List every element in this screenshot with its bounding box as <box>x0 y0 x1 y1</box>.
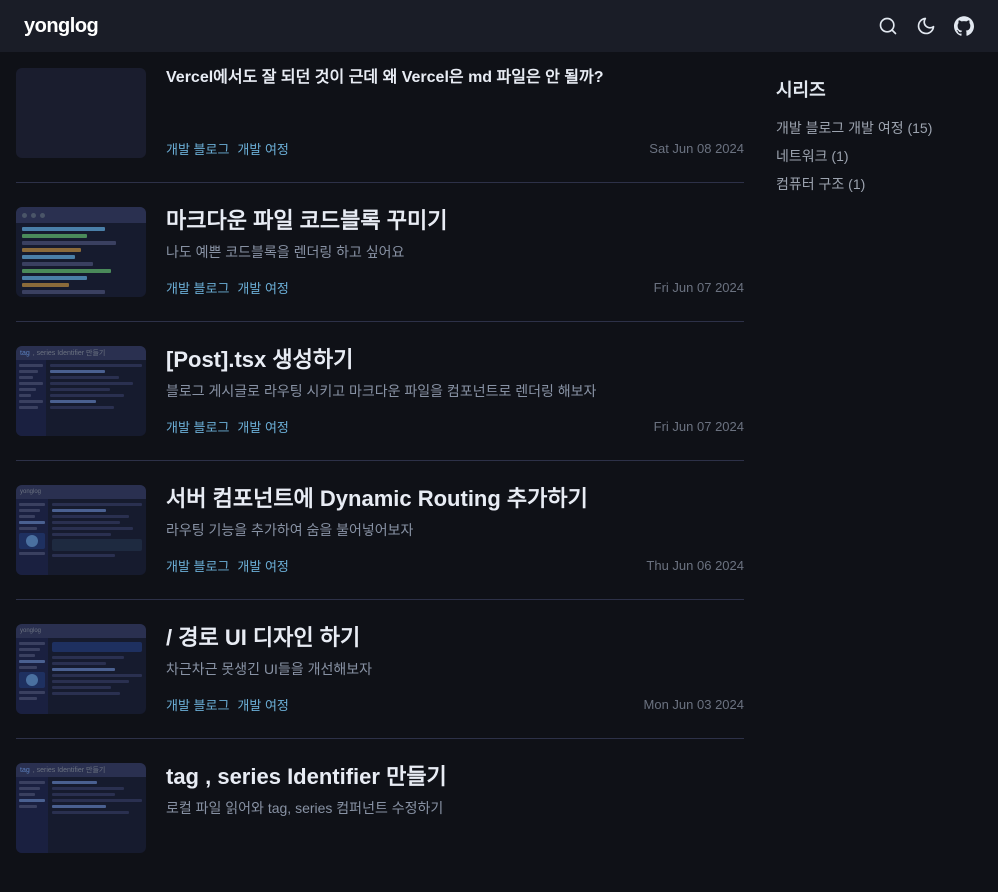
search-icon[interactable] <box>878 16 898 36</box>
github-icon[interactable] <box>954 16 974 36</box>
post-info: 마크다운 파일 코드블록 꾸미기 나도 예쁜 코드블록을 렌더링 하고 싶어요 … <box>166 207 744 297</box>
post-tag[interactable]: 개발 여정 <box>237 417 288 436</box>
post-tags: 개발 블로그 개발 여정 <box>166 556 289 575</box>
post-date: Thu Jun 06 2024 <box>646 558 744 573</box>
post-meta: 개발 블로그 개발 여정 Fri Jun 07 2024 <box>166 278 744 297</box>
sidebar-item-series2[interactable]: 네트워크 (1) <box>776 146 964 166</box>
post-item[interactable]: tag , series Identifier 만들기 <box>16 322 744 461</box>
post-date: Sat Jun 08 2024 <box>649 141 744 156</box>
post-title: [Post].tsx 생성하기 <box>166 346 744 375</box>
post-tag[interactable]: 개발 블로그 <box>166 278 229 297</box>
site-logo[interactable]: yonglog <box>24 15 98 38</box>
post-tag[interactable]: 개발 블로그 <box>166 417 229 436</box>
post-thumbnail: yonglog <box>16 485 146 575</box>
post-date: Fri Jun 07 2024 <box>654 419 744 434</box>
sidebar-item-series3[interactable]: 컴퓨터 구조 (1) <box>776 174 964 194</box>
post-tag[interactable]: 개발 여정 <box>237 556 288 575</box>
post-tag[interactable]: 개발 블로그 <box>166 695 229 714</box>
post-info: [Post].tsx 생성하기 블로그 게시글로 라우팅 시키고 마크다운 파일… <box>166 346 744 436</box>
sidebar-item-series1[interactable]: 개발 블로그 개발 여정 (15) <box>776 118 964 138</box>
post-tag[interactable]: 개발 여정 <box>237 695 288 714</box>
post-tag[interactable]: 개발 여정 <box>237 278 288 297</box>
post-description: 라우팅 기능을 추가하여 숨을 불어넣어보자 <box>166 520 744 541</box>
post-thumbnail <box>16 68 146 158</box>
post-description: 블로그 게시글로 라우팅 시키고 마크다운 파일을 컴포넌트로 렌더링 해보자 <box>166 381 744 402</box>
post-title: 서버 컴포넌트에 Dynamic Routing 추가하기 <box>166 485 744 514</box>
post-info: 서버 컴포넌트에 Dynamic Routing 추가하기 라우팅 기능을 추가… <box>166 485 744 575</box>
post-tag[interactable]: 개발 블로그 <box>166 556 229 575</box>
content-area: Vercel에서도 잘 되던 것이 근데 왜 Vercel은 md 파일은 안 … <box>0 52 760 877</box>
post-thumbnail <box>16 207 146 297</box>
post-info: / 경로 UI 디자인 하기 차근차근 못생긴 UI들을 개선해보자 개발 블로… <box>166 624 744 714</box>
sidebar-title: 시리즈 <box>776 76 964 102</box>
post-description: 나도 예쁜 코드블록을 렌더링 하고 싶어요 <box>166 242 744 263</box>
post-tags: 개발 블로그 개발 여정 <box>166 278 289 297</box>
post-description: 로컬 파일 읽어와 tag, series 컴퍼넌트 수정하기 <box>166 798 744 819</box>
post-meta: 개발 블로그 개발 여정 Thu Jun 06 2024 <box>166 556 744 575</box>
post-title: / 경로 UI 디자인 하기 <box>166 624 744 653</box>
post-thumbnail: yonglog <box>16 624 146 714</box>
post-title: Vercel에서도 잘 되던 것이 근데 왜 Vercel은 md 파일은 안 … <box>166 68 744 89</box>
post-meta: 개발 블로그 개발 여정 Sat Jun 08 2024 <box>166 139 744 158</box>
post-tag[interactable]: 개발 여정 <box>237 139 288 158</box>
post-item[interactable]: tag , series Identifier 만들기 <box>16 739 744 877</box>
post-item[interactable]: 마크다운 파일 코드블록 꾸미기 나도 예쁜 코드블록을 렌더링 하고 싶어요 … <box>16 183 744 322</box>
post-item[interactable]: yonglog <box>16 600 744 739</box>
post-tags: 개발 블로그 개발 여정 <box>166 695 289 714</box>
sidebar: 시리즈 개발 블로그 개발 여정 (15) 네트워크 (1) 컴퓨터 구조 (1… <box>760 52 980 877</box>
post-thumbnail: tag , series Identifier 만들기 <box>16 346 146 436</box>
header-icons <box>878 16 974 36</box>
post-meta: 개발 블로그 개발 여정 Mon Jun 03 2024 <box>166 695 744 714</box>
site-header: yonglog <box>0 0 998 52</box>
moon-icon[interactable] <box>916 16 936 36</box>
post-title: 마크다운 파일 코드블록 꾸미기 <box>166 207 744 236</box>
post-info: Vercel에서도 잘 되던 것이 근데 왜 Vercel은 md 파일은 안 … <box>166 68 744 158</box>
post-tag[interactable]: 개발 블로그 <box>166 139 229 158</box>
post-description: 차근차근 못생긴 UI들을 개선해보자 <box>166 659 744 680</box>
post-tags: 개발 블로그 개발 여정 <box>166 139 289 158</box>
post-meta: 개발 블로그 개발 여정 Fri Jun 07 2024 <box>166 417 744 436</box>
post-date: Fri Jun 07 2024 <box>654 280 744 295</box>
post-date: Mon Jun 03 2024 <box>644 697 744 712</box>
post-tags: 개발 블로그 개발 여정 <box>166 417 289 436</box>
post-item[interactable]: Vercel에서도 잘 되던 것이 근데 왜 Vercel은 md 파일은 안 … <box>16 52 744 183</box>
post-title: tag , series Identifier 만들기 <box>166 763 744 792</box>
post-item[interactable]: yonglog <box>16 461 744 600</box>
main-layout: Vercel에서도 잘 되던 것이 근데 왜 Vercel은 md 파일은 안 … <box>0 52 998 877</box>
